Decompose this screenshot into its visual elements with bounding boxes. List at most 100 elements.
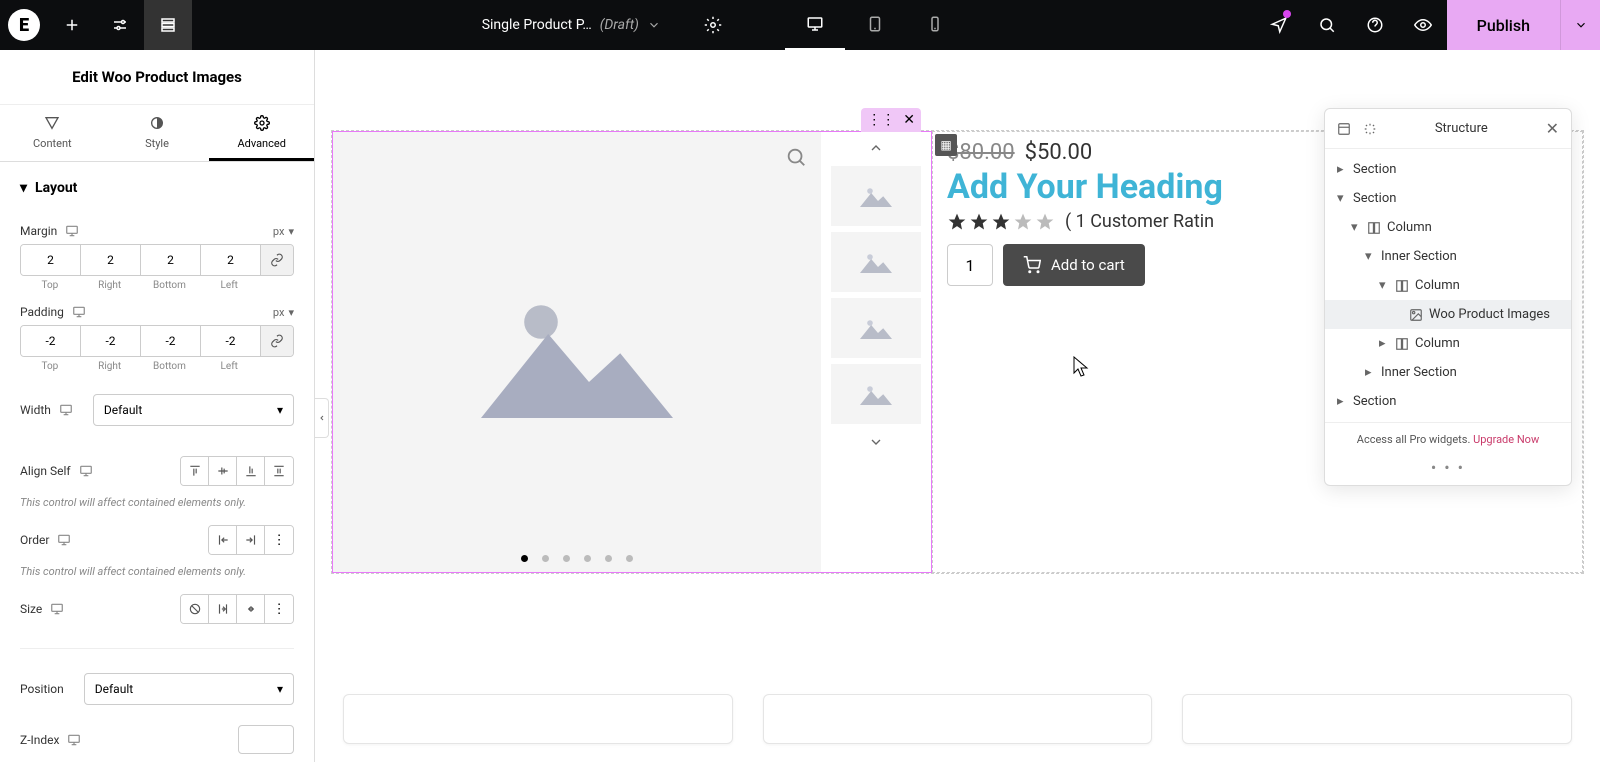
padding-bottom-input[interactable] (141, 326, 201, 356)
ai-icon[interactable] (1363, 122, 1377, 136)
structure-resize-handle[interactable]: • • • (1325, 456, 1571, 485)
padding-right-input[interactable] (81, 326, 141, 356)
position-select[interactable]: Default ▾ (84, 673, 294, 705)
pager-dot[interactable] (605, 555, 612, 562)
finder-search-button[interactable] (1303, 0, 1351, 50)
product-card[interactable] (1182, 694, 1572, 744)
thumbnail[interactable] (831, 166, 921, 226)
thumbnail[interactable] (831, 232, 921, 292)
document-title[interactable]: Single Product P… (482, 17, 592, 33)
responsive-icon[interactable] (79, 464, 93, 478)
quantity-input[interactable] (947, 244, 993, 286)
woo-product-images-widget[interactable] (333, 132, 931, 572)
padding-left-input[interactable] (201, 326, 261, 356)
margin-unit-select[interactable]: px ▾ (273, 225, 294, 238)
pager-dot[interactable] (542, 555, 549, 562)
preview-button[interactable] (1399, 0, 1447, 50)
structure-toggle-button[interactable] (144, 0, 192, 50)
main-product-image[interactable] (333, 132, 821, 572)
device-mobile-button[interactable] (905, 0, 965, 50)
order-first-button[interactable] (209, 526, 237, 554)
pager-dot[interactable] (584, 555, 591, 562)
star-rating[interactable] (947, 212, 1055, 232)
align-center-button[interactable] (209, 457, 237, 485)
navigator-icon[interactable] (1337, 122, 1351, 136)
tree-item[interactable]: ▾Section (1325, 184, 1571, 213)
thumb-next-button[interactable] (829, 430, 923, 454)
panel-title: Edit Woo Product Images (0, 50, 314, 105)
panel-tabs: Content Style Advanced (0, 105, 314, 162)
rating-text: ( 1 Customer Ratin (1065, 211, 1214, 232)
structure-close-button[interactable]: ✕ (1546, 119, 1559, 138)
page-settings-button[interactable] (689, 0, 737, 50)
size-more-button[interactable]: ⋮ (265, 595, 293, 623)
align-end-button[interactable] (237, 457, 265, 485)
tab-advanced[interactable]: Advanced (209, 105, 314, 161)
responsive-icon[interactable] (59, 403, 73, 417)
size-none-button[interactable] (181, 595, 209, 623)
padding-top-input[interactable] (21, 326, 81, 356)
zindex-input[interactable] (238, 725, 294, 754)
order-last-button[interactable] (237, 526, 265, 554)
order-more-button[interactable]: ⋮ (265, 526, 293, 554)
margin-link-toggle[interactable] (261, 245, 293, 275)
elementor-logo[interactable]: E (8, 9, 40, 41)
responsive-icon[interactable] (50, 602, 64, 616)
responsive-icon[interactable] (67, 733, 81, 747)
margin-right-input[interactable] (81, 245, 141, 275)
tree-item[interactable]: ▸Inner Section (1325, 358, 1571, 387)
tree-item[interactable]: ▾Column (1325, 271, 1571, 300)
column-gallery[interactable]: ▦ ⋮⋮ ✕ (332, 131, 932, 573)
tab-content[interactable]: Content (0, 105, 105, 161)
notifications-button[interactable] (1255, 0, 1303, 50)
upgrade-link[interactable]: Upgrade Now (1473, 433, 1539, 446)
drag-handle-icon[interactable]: ⋮⋮ (867, 112, 895, 128)
tree-item[interactable]: Woo Product Images (1325, 300, 1571, 329)
tree-item[interactable]: ▾Column (1325, 213, 1571, 242)
padding-link-toggle[interactable] (261, 326, 293, 356)
tree-item[interactable]: ▸Section (1325, 387, 1571, 416)
margin-bottom-input[interactable] (141, 245, 201, 275)
width-select[interactable]: Default ▾ (93, 394, 294, 426)
close-icon[interactable]: ✕ (903, 112, 915, 128)
product-card[interactable] (343, 694, 733, 744)
product-card[interactable] (763, 694, 1153, 744)
margin-inputs (20, 244, 294, 276)
tab-style[interactable]: Style (105, 105, 210, 161)
size-grow-button[interactable] (209, 595, 237, 623)
pager-dot[interactable] (521, 555, 528, 562)
zoom-icon[interactable] (785, 146, 807, 168)
responsive-icon[interactable] (65, 224, 79, 238)
device-desktop-button[interactable] (785, 0, 845, 50)
layout-section-label: Layout (35, 180, 77, 196)
responsive-icon[interactable] (72, 305, 86, 319)
pager-dot[interactable] (626, 555, 633, 562)
doc-chevron-down-icon[interactable] (647, 18, 661, 32)
thumb-prev-button[interactable] (829, 136, 923, 160)
align-start-button[interactable] (181, 457, 209, 485)
caret-down-icon: ▾ (277, 403, 283, 417)
tree-item[interactable]: ▸Section (1325, 155, 1571, 184)
margin-top-input[interactable] (21, 245, 81, 275)
device-tablet-button[interactable] (845, 0, 905, 50)
padding-unit-select[interactable]: px ▾ (273, 306, 294, 319)
help-button[interactable] (1351, 0, 1399, 50)
pager-dot[interactable] (563, 555, 570, 562)
publish-button[interactable]: Publish (1447, 0, 1560, 50)
publish-options-button[interactable] (1560, 0, 1600, 50)
settings-sliders-button[interactable] (96, 0, 144, 50)
size-shrink-button[interactable] (237, 595, 265, 623)
add-to-cart-button[interactable]: Add to cart (1003, 244, 1145, 286)
column-handle-icon[interactable]: ▦ (935, 134, 957, 156)
responsive-icon[interactable] (57, 533, 71, 547)
tree-item[interactable]: ▾Inner Section (1325, 242, 1571, 271)
align-stretch-button[interactable] (265, 457, 293, 485)
margin-left-input[interactable] (201, 245, 261, 275)
caret-down-icon: ▾ (277, 682, 283, 696)
layout-section-toggle[interactable]: ▾ Layout (20, 162, 294, 210)
thumbnail[interactable] (831, 364, 921, 424)
tree-item[interactable]: ▸Column (1325, 329, 1571, 358)
panel-collapse-button[interactable] (315, 398, 329, 438)
add-widget-button[interactable] (48, 0, 96, 50)
thumbnail[interactable] (831, 298, 921, 358)
